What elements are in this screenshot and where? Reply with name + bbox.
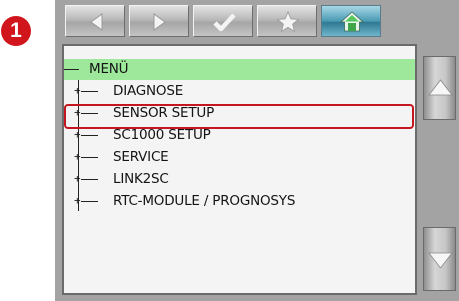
tree-connector	[81, 179, 98, 180]
favorites-button[interactable]	[257, 5, 317, 37]
tree-root-label: MENÜ	[89, 61, 129, 77]
scroll-down-button[interactable]	[423, 227, 456, 291]
forward-button[interactable]	[129, 5, 189, 37]
menu-tree-panel: MENÜ + DIAGNOSE + SENSOR SETUP + SC1000 …	[62, 44, 417, 295]
menu-item-label: LINK2SC	[113, 171, 169, 187]
menu-item-label: RTC-MODULE / PROGNOSYS	[113, 193, 296, 209]
tree-connector	[81, 135, 98, 136]
confirm-button[interactable]	[193, 5, 253, 37]
checkmark-icon	[213, 13, 236, 32]
back-button[interactable]	[65, 5, 125, 37]
menu-item-sensor-setup[interactable]: + SENSOR SETUP	[64, 103, 415, 124]
tree-connector	[81, 157, 98, 158]
expand-plus-icon: +	[74, 150, 81, 163]
tree-connector	[81, 91, 98, 92]
tree-connector	[81, 113, 98, 114]
menu-item-sc1000-setup[interactable]: + SC1000 SETUP	[64, 125, 415, 146]
step-number-badge: 1	[1, 16, 31, 46]
tree-root-menu[interactable]: MENÜ	[64, 59, 415, 80]
home-button[interactable]	[321, 5, 381, 37]
menu-item-label: SC1000 SETUP	[113, 127, 211, 143]
arrow-right-icon	[153, 13, 166, 31]
home-icon	[339, 11, 365, 32]
expand-plus-icon: +	[74, 84, 81, 97]
star-icon	[276, 10, 300, 33]
menu-item-service[interactable]: + SERVICE	[64, 147, 415, 168]
expand-plus-icon: +	[74, 172, 81, 185]
arrow-up-icon	[428, 79, 453, 96]
menu-item-label: DIAGNOSE	[113, 83, 184, 99]
tree-connector	[64, 69, 79, 70]
tree-connector	[81, 201, 98, 202]
menu-item-link2sc[interactable]: + LINK2SC	[64, 169, 415, 190]
menu-item-rtc-module[interactable]: + RTC-MODULE / PROGNOSYS	[64, 191, 415, 212]
menu-item-label: SERVICE	[113, 149, 169, 165]
arrow-left-icon	[90, 13, 103, 31]
expand-plus-icon: +	[74, 106, 81, 119]
arrow-down-icon	[428, 252, 453, 269]
menu-item-label: SENSOR SETUP	[113, 105, 215, 121]
expand-plus-icon: +	[74, 128, 81, 141]
menu-item-diagnose[interactable]: + DIAGNOSE	[64, 81, 415, 102]
scroll-up-button[interactable]	[423, 56, 456, 120]
expand-plus-icon: +	[74, 194, 81, 207]
